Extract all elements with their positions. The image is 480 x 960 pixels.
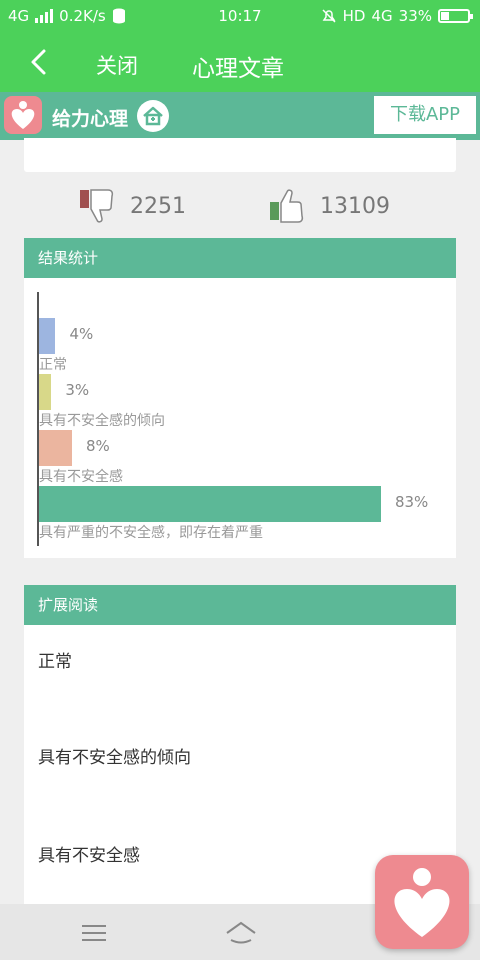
thumbs-up-icon	[270, 189, 304, 223]
home-icon[interactable]	[224, 920, 258, 946]
app-logo-icon	[4, 96, 42, 134]
app-name: 给力心理	[52, 108, 129, 130]
chart-category-label: 正常	[39, 357, 67, 373]
home-badge-icon	[137, 100, 169, 132]
mute-icon	[322, 9, 336, 23]
vote-bar: 2251 13109	[0, 180, 480, 228]
download-app-button[interactable]: 下载APP	[374, 96, 476, 134]
article-card	[24, 138, 456, 172]
reading-header: 扩展阅读	[24, 585, 456, 625]
battery-percent: 33%	[398, 7, 432, 25]
app-banner: 给力心理 下载APP	[0, 92, 480, 140]
dislike-count: 2251	[130, 193, 186, 219]
chart-value-label: 3%	[65, 381, 90, 399]
page-title: 心理文章	[192, 56, 284, 82]
reading-item-tendency[interactable]: 具有不安全感的倾向	[38, 743, 191, 768]
menu-icon[interactable]	[82, 923, 106, 943]
back-arrow-icon[interactable]	[26, 48, 54, 76]
hd-indicator: HD	[342, 7, 366, 25]
status-bar: 4G 0.2K/s 10:17 HD 4G 33%	[0, 0, 480, 32]
chart-value-label: 4%	[69, 325, 94, 343]
chart-category-label: 具有不安全感的倾向	[39, 413, 165, 429]
chart-bar	[39, 318, 56, 354]
chart-bar	[39, 430, 72, 466]
chart-value-label: 8%	[85, 437, 110, 455]
chart-bar	[39, 374, 52, 410]
chart-category-label: 具有不安全感	[39, 469, 123, 485]
close-button[interactable]: 关闭	[96, 50, 138, 80]
result-stats-card: 结果统计 4% 正常 3% 具有不安全感的倾向 8% 具有不安全感 83% 具有严重的不安全感…	[24, 238, 456, 558]
clock: 10:17	[218, 7, 262, 25]
chart-bar	[39, 486, 381, 522]
like-count: 13109	[320, 193, 390, 219]
battery-icon	[438, 9, 473, 23]
floating-app-logo-icon[interactable]	[375, 855, 469, 949]
thumbs-down-icon	[80, 189, 114, 223]
stats-chart: 4% 正常 3% 具有不安全感的倾向 8% 具有不安全感 83% 具有严重的不安全感，即存在着…	[24, 278, 456, 558]
navigation-bar: 关闭 心理文章	[0, 32, 480, 92]
reading-item-insecure[interactable]: 具有不安全感	[38, 841, 140, 866]
network-type-right: 4G	[371, 7, 393, 25]
dislike-button[interactable]: 2251	[78, 188, 186, 224]
chart-category-label: 具有严重的不安全感，即存在着严重	[39, 525, 263, 541]
stats-header: 结果统计	[24, 238, 456, 278]
chart-value-label: 83%	[394, 493, 429, 511]
like-button[interactable]: 13109	[268, 188, 390, 224]
reading-item-normal[interactable]: 正常	[38, 647, 72, 672]
